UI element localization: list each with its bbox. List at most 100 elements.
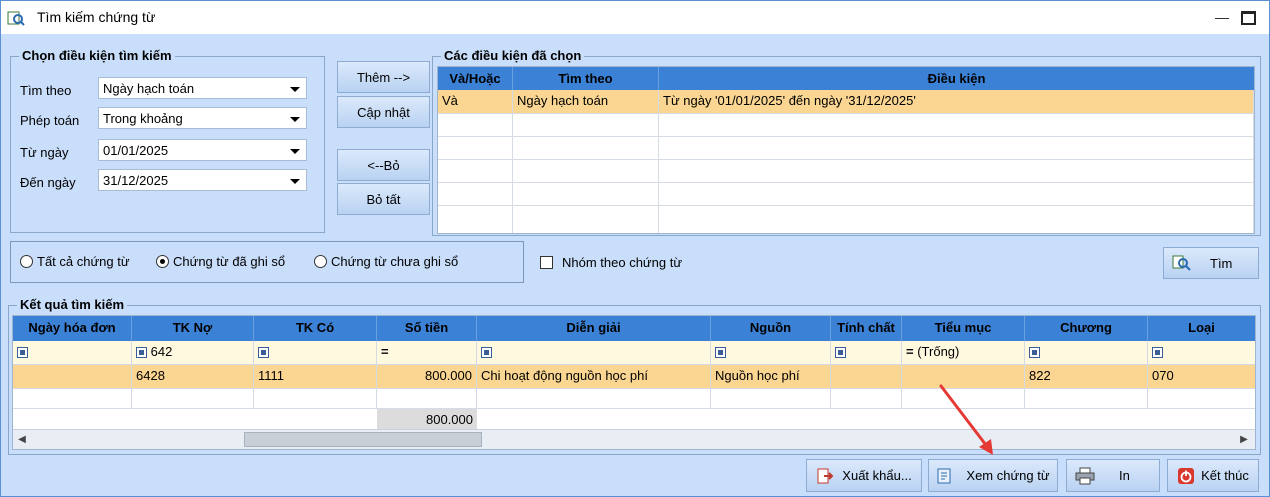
- header-sub-item[interactable]: Tiểu mục: [902, 316, 1025, 341]
- filter-chapter[interactable]: [1025, 341, 1148, 365]
- empty-cell: [659, 206, 1254, 233]
- header-type[interactable]: Loại: [1148, 316, 1255, 341]
- print-button-label: In: [1119, 468, 1130, 483]
- radio-all-label[interactable]: Tất cả chứng từ: [37, 254, 130, 269]
- header-chapter[interactable]: Chương: [1025, 316, 1148, 341]
- radio-unposted-label[interactable]: Chứng từ chưa ghi sổ: [331, 254, 458, 269]
- cell-search-by: Ngày hạch toán: [513, 90, 659, 114]
- empty-cell: [254, 389, 377, 409]
- header-and-or[interactable]: Và/Hoặc: [438, 67, 513, 90]
- results-grid: Ngày hóa đơn TK Nợ TK Có Số tiền Diễn gi…: [12, 315, 1256, 450]
- equals-icon: =: [381, 344, 389, 359]
- dropdown-arrow-icon: [290, 87, 300, 92]
- table-row[interactable]: 6428 1111 800.000 Chi hoạt động nguồn họ…: [13, 365, 1255, 389]
- cell-credit-account: 1111: [254, 365, 377, 389]
- radio-posted-label[interactable]: Chứng từ đã ghi sổ: [173, 254, 285, 269]
- export-button[interactable]: Xuất khẩu...: [806, 459, 922, 492]
- scroll-left-icon[interactable]: ◀: [15, 433, 29, 447]
- header-condition[interactable]: Điều kiện: [659, 67, 1254, 90]
- header-search-by[interactable]: Tìm theo: [513, 67, 659, 90]
- filter-sub-item-value: (Trống): [917, 344, 960, 359]
- scroll-right-icon[interactable]: ▶: [1237, 433, 1251, 447]
- cell-description: Chi hoạt động nguồn học phí: [477, 365, 711, 389]
- view-voucher-button[interactable]: Xem chứng từ: [928, 459, 1058, 492]
- header-credit-account[interactable]: TK Có: [254, 316, 377, 341]
- radio-posted-vouchers[interactable]: [156, 255, 169, 268]
- search-by-label: Tìm theo: [20, 83, 72, 98]
- operator-value: Trong khoảng: [103, 111, 183, 126]
- header-invoice-date[interactable]: Ngày hóa đơn: [13, 316, 132, 341]
- export-icon: [817, 468, 834, 483]
- view-voucher-button-label: Xem chứng từ: [966, 468, 1050, 483]
- filter-icon: [1152, 347, 1163, 359]
- filter-debit-account[interactable]: 642: [132, 341, 254, 365]
- search-icon: [1172, 255, 1191, 271]
- print-button[interactable]: In: [1066, 459, 1160, 492]
- cell-source: Nguồn học phí: [711, 365, 831, 389]
- total-amount: 800.000: [377, 409, 477, 429]
- window-title: Tìm kiếm chứng từ: [37, 9, 156, 25]
- maximize-button[interactable]: [1234, 5, 1262, 29]
- close-button-label: Kết thúc: [1201, 468, 1249, 483]
- radio-unposted-vouchers[interactable]: [314, 255, 327, 268]
- selected-conditions-grid: Và/Hoặc Tìm theo Điều kiện Và Ngày hạch …: [437, 66, 1255, 234]
- header-source[interactable]: Nguồn: [711, 316, 831, 341]
- search-by-combo[interactable]: Ngày hạch toán: [98, 77, 307, 99]
- to-date-value: 31/12/2025: [103, 173, 169, 188]
- filter-icon: [17, 347, 28, 359]
- filter-description[interactable]: [477, 341, 711, 365]
- header-nature[interactable]: Tính chất: [831, 316, 902, 341]
- filter-nature[interactable]: [831, 341, 902, 365]
- filter-type[interactable]: [1148, 341, 1255, 365]
- empty-cell: [513, 114, 659, 137]
- cell-debit-account: 6428: [132, 365, 254, 389]
- header-amount[interactable]: Số tiền: [377, 316, 477, 341]
- group-by-voucher-checkbox[interactable]: [540, 256, 553, 269]
- minimize-button[interactable]: —: [1208, 5, 1236, 29]
- dropdown-arrow-icon: [290, 149, 300, 154]
- selected-conditions-title: Các điều kiện đã chọn: [441, 48, 585, 63]
- close-button[interactable]: Kết thúc: [1167, 459, 1259, 492]
- from-date-picker[interactable]: 01/01/2025: [98, 139, 307, 161]
- empty-cell: [659, 183, 1254, 206]
- from-date-label: Từ ngày: [20, 145, 69, 160]
- to-date-label: Đến ngày: [20, 175, 76, 190]
- search-button[interactable]: Tìm: [1163, 247, 1259, 279]
- empty-cell: [513, 183, 659, 206]
- search-button-label: Tìm: [1210, 255, 1233, 271]
- filter-source[interactable]: [711, 341, 831, 365]
- cell-invoice-date: [13, 365, 132, 389]
- filter-amount[interactable]: =: [377, 341, 477, 365]
- empty-cell: [438, 206, 513, 233]
- export-button-label: Xuất khẩu...: [842, 468, 912, 483]
- empty-cell: [659, 160, 1254, 183]
- empty-cell: [513, 160, 659, 183]
- empty-cell: [659, 114, 1254, 137]
- scrollbar-thumb[interactable]: [244, 432, 482, 447]
- empty-cell: [438, 183, 513, 206]
- header-description[interactable]: Diễn giải: [477, 316, 711, 341]
- filter-sub-item[interactable]: = (Trống): [902, 341, 1025, 365]
- to-date-picker[interactable]: 31/12/2025: [98, 169, 307, 191]
- filter-debit-value: 642: [150, 344, 173, 359]
- update-condition-button[interactable]: Cập nhật: [337, 96, 430, 128]
- add-condition-button[interactable]: Thêm -->: [337, 61, 430, 93]
- radio-all-vouchers[interactable]: [20, 255, 33, 268]
- filter-credit-account[interactable]: [254, 341, 377, 365]
- empty-cell: [513, 206, 659, 233]
- printer-icon: [1075, 467, 1095, 484]
- filter-row: 642 = = (Trống): [13, 341, 1255, 365]
- view-document-icon: [937, 468, 951, 483]
- remove-condition-button[interactable]: <--Bỏ: [337, 149, 430, 181]
- filter-invoice-date[interactable]: [13, 341, 132, 365]
- remove-all-conditions-button[interactable]: Bỏ tất: [337, 183, 430, 215]
- operator-combo[interactable]: Trong khoảng: [98, 107, 307, 129]
- horizontal-scrollbar[interactable]: ◀ ▶: [13, 429, 1255, 449]
- cell-condition: Từ ngày '01/01/2025' đến ngày '31/12/202…: [659, 90, 1254, 114]
- empty-cell: [513, 137, 659, 160]
- table-row[interactable]: Và Ngày hạch toán Từ ngày '01/01/2025' đ…: [438, 90, 1254, 114]
- group-by-voucher-label[interactable]: Nhóm theo chứng từ: [562, 255, 682, 270]
- empty-cell: [377, 389, 477, 409]
- dropdown-arrow-icon: [290, 179, 300, 184]
- header-debit-account[interactable]: TK Nợ: [132, 316, 254, 341]
